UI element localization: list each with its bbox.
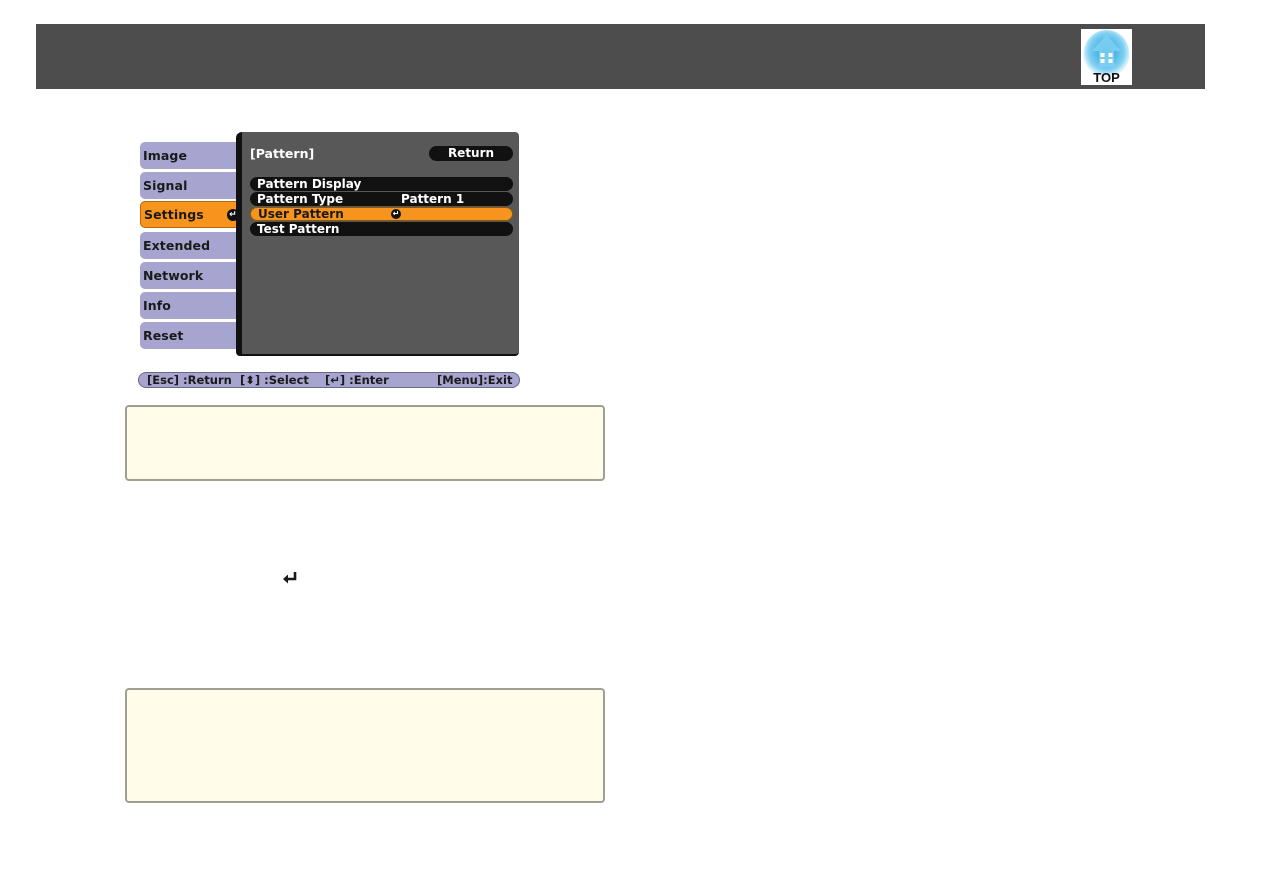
- help-menu-exit: [Menu]:Exit: [437, 373, 513, 387]
- help-enter: [↵] :Enter: [325, 373, 389, 387]
- submenu-panel: [Pattern] Return Pattern Display Pattern…: [236, 132, 519, 356]
- tab-label: Extended: [143, 238, 211, 253]
- tab-label: Settings: [144, 207, 204, 222]
- menu-row-test-pattern[interactable]: Test Pattern: [250, 222, 513, 236]
- return-button[interactable]: Return: [429, 146, 513, 161]
- row-label: User Pattern: [258, 207, 344, 221]
- tab-label: Reset: [143, 328, 184, 343]
- menu-tab-network[interactable]: Network: [140, 262, 240, 289]
- menu-tab-settings[interactable]: Settings ↵: [140, 201, 244, 228]
- help-esc-return: [Esc] :Return: [147, 373, 232, 387]
- row-label: Pattern Display: [257, 177, 362, 191]
- note-box: [125, 688, 605, 803]
- projector-menu-screenshot: Image Signal Settings ↵ Extended Network …: [138, 132, 522, 392]
- row-label: Test Pattern: [257, 222, 340, 236]
- menu-tab-image[interactable]: Image: [140, 142, 240, 169]
- menu-row-pattern-display[interactable]: Pattern Display: [250, 177, 513, 191]
- tab-label: Network: [143, 268, 204, 283]
- enter-icon: ↵: [391, 209, 401, 219]
- menu-tab-info[interactable]: Info: [140, 292, 240, 319]
- row-label: Pattern Type: [257, 192, 344, 206]
- menu-row-pattern-type[interactable]: Pattern Type Pattern 1: [250, 192, 513, 206]
- menu-tab-signal[interactable]: Signal: [140, 172, 240, 199]
- menu-tab-extended[interactable]: Extended: [140, 232, 240, 259]
- tab-label: Image: [143, 148, 188, 163]
- page-header-bar: [36, 24, 1205, 89]
- top-label: TOP: [1093, 70, 1120, 85]
- submenu-title: [Pattern]: [250, 146, 315, 161]
- house-arrow-icon: TOP: [1083, 30, 1130, 85]
- menu-tab-reset[interactable]: Reset: [140, 322, 240, 349]
- row-value: Pattern 1: [401, 192, 465, 206]
- help-select: [⬍] :Select: [240, 373, 309, 387]
- enter-key-icon: [283, 572, 297, 584]
- key-help-bar: [Esc] :Return [⬍] :Select [↵] :Enter [Me…: [138, 372, 520, 388]
- top-link-button[interactable]: TOP: [1081, 29, 1132, 85]
- note-box: [125, 405, 605, 481]
- tab-label: Info: [143, 298, 171, 313]
- tab-label: Signal: [143, 178, 188, 193]
- menu-row-user-pattern[interactable]: User Pattern ↵: [250, 207, 513, 221]
